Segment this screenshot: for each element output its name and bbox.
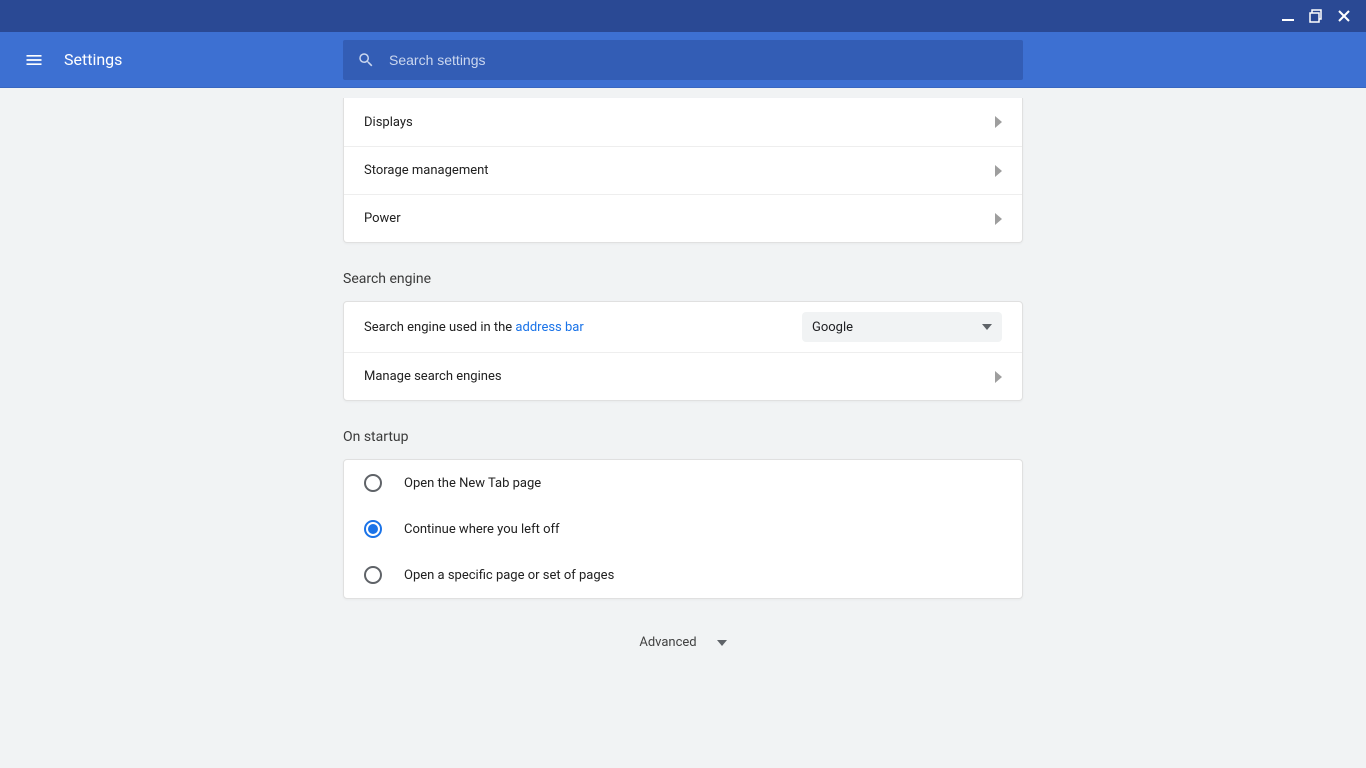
search-engine-used-prefix: Search engine used in the bbox=[364, 320, 515, 335]
window-close-button[interactable] bbox=[1330, 2, 1358, 30]
search-engine-dropdown-value: Google bbox=[812, 320, 853, 335]
chevron-right-icon bbox=[995, 213, 1002, 225]
startup-option-new-tab[interactable]: Open the New Tab page bbox=[344, 460, 1022, 506]
storage-management-row[interactable]: Storage management bbox=[344, 146, 1022, 194]
on-startup-card: Open the New Tab page Continue where you… bbox=[343, 459, 1023, 599]
startup-option-new-tab-label: Open the New Tab page bbox=[404, 476, 541, 491]
device-card: Displays Storage management Power bbox=[343, 98, 1023, 243]
power-label: Power bbox=[364, 211, 401, 226]
maximize-icon bbox=[1309, 9, 1323, 23]
search-icon bbox=[357, 51, 375, 69]
chevron-right-icon bbox=[995, 371, 1002, 383]
window-minimize-button[interactable] bbox=[1274, 2, 1302, 30]
radio-new-tab[interactable] bbox=[364, 474, 382, 492]
startup-option-specific[interactable]: Open a specific page or set of pages bbox=[344, 552, 1022, 598]
window-titlebar bbox=[0, 0, 1366, 32]
menu-button[interactable] bbox=[16, 42, 52, 78]
manage-search-engines-row[interactable]: Manage search engines bbox=[344, 352, 1022, 400]
storage-management-label: Storage management bbox=[364, 163, 489, 178]
address-bar-link[interactable]: address bar bbox=[515, 320, 583, 335]
search-engine-section-title: Search engine bbox=[343, 271, 1023, 287]
minimize-icon bbox=[1281, 9, 1295, 23]
startup-option-continue-label: Continue where you left off bbox=[404, 522, 560, 537]
search-engine-dropdown[interactable]: Google bbox=[802, 312, 1002, 342]
manage-search-engines-label: Manage search engines bbox=[364, 369, 502, 384]
chevron-down-icon bbox=[717, 640, 727, 646]
content-area: Displays Storage management Power Search… bbox=[0, 88, 1366, 768]
displays-label: Displays bbox=[364, 115, 413, 130]
on-startup-section-title: On startup bbox=[343, 429, 1023, 445]
search-engine-card: Search engine used in the address bar Go… bbox=[343, 301, 1023, 401]
startup-option-continue[interactable]: Continue where you left off bbox=[344, 506, 1022, 552]
search-input[interactable] bbox=[389, 40, 1009, 80]
app-bar-title: Settings bbox=[64, 50, 122, 69]
close-icon bbox=[1337, 9, 1351, 23]
radio-specific[interactable] bbox=[364, 566, 382, 584]
startup-option-specific-label: Open a specific page or set of pages bbox=[404, 568, 614, 583]
radio-continue[interactable] bbox=[364, 520, 382, 538]
chevron-right-icon bbox=[995, 165, 1002, 177]
search-engine-used-label: Search engine used in the address bar bbox=[364, 320, 584, 335]
window-maximize-button[interactable] bbox=[1302, 2, 1330, 30]
chevron-down-icon bbox=[982, 324, 992, 330]
displays-row[interactable]: Displays bbox=[344, 98, 1022, 146]
chevron-right-icon bbox=[995, 116, 1002, 128]
search-container[interactable] bbox=[343, 40, 1023, 80]
hamburger-icon bbox=[24, 50, 44, 70]
advanced-toggle[interactable]: Advanced bbox=[343, 635, 1023, 650]
power-row[interactable]: Power bbox=[344, 194, 1022, 242]
advanced-label: Advanced bbox=[639, 635, 696, 650]
search-engine-used-row: Search engine used in the address bar Go… bbox=[344, 302, 1022, 352]
